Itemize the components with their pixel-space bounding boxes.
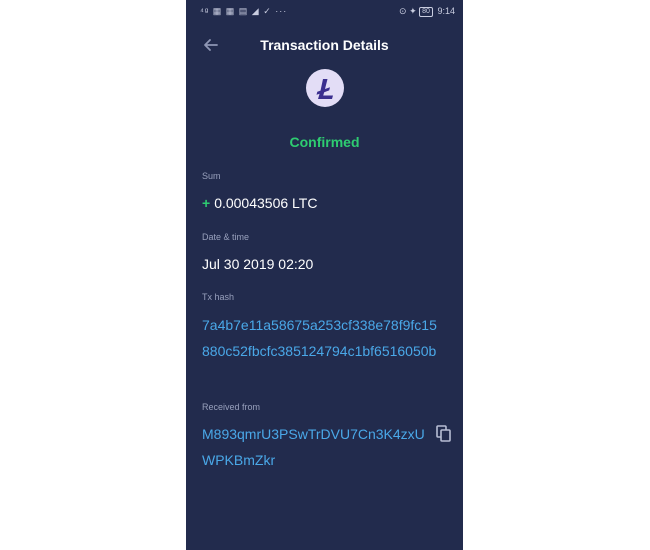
sum-sign: +	[202, 195, 211, 211]
status-indicators: ⊙ ✦	[399, 6, 417, 16]
coin-logo	[306, 69, 344, 107]
transaction-status: Confirmed	[289, 134, 360, 150]
date-value: Jul 30 2019 02:20	[202, 256, 314, 272]
copy-icon	[436, 425, 451, 442]
page-title: Transaction Details	[260, 37, 389, 53]
received-from-label: Received from	[202, 402, 261, 412]
tx-hash-link[interactable]: 7a4b7e11a58675a253cf338e78f9fc15880c52fb…	[202, 312, 440, 364]
phone-screen: ⁴ᵍ ▦ ▦ ▤ ◢ ✓ ··· ⊙ ✦ 80 9:14 Transaction…	[186, 0, 463, 550]
copy-address-button[interactable]	[435, 424, 453, 444]
status-bar-right: ⊙ ✦ 80 9:14	[399, 6, 455, 17]
litecoin-icon	[316, 79, 333, 99]
battery-icon: 80	[419, 7, 433, 17]
sum-value: 0.00043506 LTC	[214, 195, 318, 211]
sum-label: Sum	[202, 171, 221, 181]
sender-address-link[interactable]: M893qmrU3PSwTrDVU7Cn3K4zxUWPKBmZkr	[202, 421, 432, 473]
date-label: Date & time	[202, 232, 250, 242]
status-time: 9:14	[437, 6, 455, 16]
status-bar-icons: ⁴ᵍ ▦ ▦ ▤ ◢ ✓ ···	[200, 6, 288, 16]
sum-value-row: +0.00043506 LTC	[202, 195, 317, 211]
status-bar: ⁴ᵍ ▦ ▦ ▤ ◢ ✓ ··· ⊙ ✦ 80 9:14	[186, 0, 463, 22]
tx-hash-label: Tx hash	[202, 292, 235, 302]
